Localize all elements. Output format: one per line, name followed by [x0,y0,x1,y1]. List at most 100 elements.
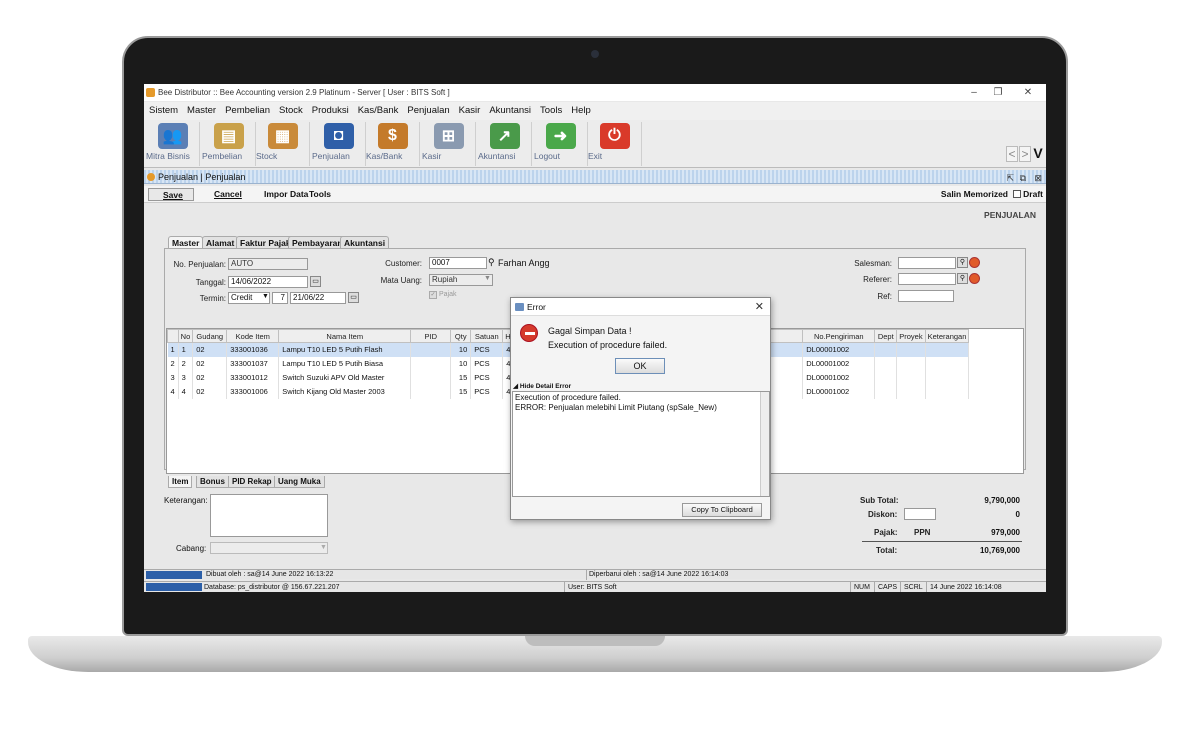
menu-stock[interactable]: Stock [274,102,307,116]
menu-help[interactable]: Help [566,102,595,116]
ref-field[interactable] [898,290,954,302]
cancel-button[interactable]: Cancel [202,188,242,201]
chevron-down-icon: ▼ [262,293,269,300]
toolbar-kasbank[interactable]: $ Kas/Bank [366,122,420,166]
cell-keterangan [925,342,970,357]
prev-button[interactable]: < [1006,146,1018,162]
referer-field[interactable] [898,273,956,285]
toolbar-kasir[interactable]: ⊞ Kasir [422,122,476,166]
cabang-select[interactable] [210,542,328,554]
cell-kode: 333001036 [226,342,280,357]
close-icon[interactable]: ✕ [755,298,764,316]
error-detail-box[interactable]: Execution of procedure failed. ERROR: Pe… [512,391,770,497]
diskon-field[interactable] [904,508,936,520]
save-button[interactable]: Save [148,188,194,201]
col-kode[interactable]: Kode Item [226,329,280,343]
col-qty[interactable]: Qty [450,329,472,343]
scrollbar[interactable] [760,392,769,496]
toolbar-mitra-bisnis[interactable]: 👥 Mitra Bisnis [146,122,200,166]
cell-nama: Lampu T10 LED 5 Putih Biasa [278,356,412,371]
search-icon[interactable]: ⚲ [957,273,968,284]
clear-icon[interactable] [969,273,980,284]
col-gudang[interactable]: Gudang [192,329,228,343]
cell-keterangan [925,384,970,399]
toolbar-stock[interactable]: ▦ Stock [256,122,310,166]
col-dept[interactable]: Dept [874,329,898,343]
col-pengiriman[interactable]: No.Pengiriman [802,329,876,343]
col-keterangan[interactable]: Keterangan [924,329,970,343]
toolbar-label: Exit [588,151,603,161]
copy-to-clipboard-button[interactable]: Copy To Clipboard [682,503,762,517]
float-icon[interactable]: ⧉ [1020,171,1026,185]
customer-code-field[interactable]: 0007 [429,257,487,269]
toolbar-label: Stock [256,151,278,161]
tab-pid-rekap[interactable]: PID Rekap [228,476,276,488]
salesman-field[interactable] [898,257,956,269]
tab-item[interactable]: Item [168,476,193,488]
form-titlebar: Penjualan | Penjualan ⇱ ⧉ ⊠ [144,170,1046,184]
cell-index: 3 [167,370,179,385]
detail-toggle[interactable]: ◢ Hide Detail Error [513,382,571,390]
tools-button[interactable]: Tools [309,188,331,201]
close-form-icon[interactable]: ⊠ [1034,171,1042,185]
salin-memorized-button[interactable]: Salin Memorized [941,188,1008,201]
calendar-icon[interactable]: ▭ [310,276,321,287]
menu-pembelian[interactable]: Pembelian [220,102,274,116]
close-window-button[interactable]: ✕ [1018,84,1038,101]
impor-data-button[interactable]: Impor Data [252,188,308,201]
draft-checkbox[interactable]: Draft [1013,188,1043,201]
search-icon[interactable]: ⚲ [488,257,495,268]
action-bar: Save Cancel Impor Data Tools Salin Memor… [144,186,1046,203]
tab-uang-muka[interactable]: Uang Muka [274,476,325,488]
cell-index: 2 [167,356,179,371]
search-icon[interactable]: ⚲ [957,257,968,268]
toolbar-pembelian[interactable]: ▤ Pembelian [202,122,256,166]
dialog-title: Error [527,302,546,312]
diskon-label: Diskon: [868,510,898,519]
next-button[interactable]: > [1019,146,1031,162]
impor-label: Impor Data [264,189,309,199]
col-proyek[interactable]: Proyek [896,329,926,343]
page-heading: PENJUALAN [984,210,1036,220]
menu-master[interactable]: Master [182,102,220,116]
error-heading: Gagal Simpan Data ! [548,326,632,336]
termin-date-field[interactable]: 21/06/22 [290,292,346,304]
menu-penjualan[interactable]: Penjualan [402,102,453,116]
no-penjualan-field[interactable]: AUTO [228,258,308,270]
pajak-value: 979,000 [991,528,1020,537]
pajak-checkbox[interactable]: ✓ [429,291,437,299]
tab-bonus[interactable]: Bonus [196,476,229,488]
menu-kasir[interactable]: Kasir [454,102,485,116]
menu-sistem[interactable]: Sistem [144,102,182,116]
col-satuan[interactable]: Satuan [470,329,504,343]
minimize-button[interactable]: – [964,84,984,101]
termin-label: Termin: [199,294,226,303]
toolbar-exit[interactable]: ⏻ Exit [588,122,642,166]
termin-days-field[interactable]: 7 [272,292,288,304]
cell-kode: 333001037 [226,356,280,371]
checkbox-box [1013,190,1022,198]
keterangan-textarea[interactable] [210,494,328,537]
save-label: Save [163,190,183,200]
menu-akuntansi[interactable]: Akuntansi [484,102,535,116]
tanggal-field[interactable]: 14/06/2022 [228,276,308,288]
toolbar-label: Penjualan [312,151,350,161]
calendar-icon[interactable]: ▭ [348,292,359,303]
toolbar-logout[interactable]: ➜ Logout [534,122,588,166]
toolbar-akuntansi[interactable]: ↗ Akuntansi [478,122,532,166]
menu-tools[interactable]: Tools [535,102,566,116]
undock-icon[interactable]: ⇱ [1006,171,1014,185]
menu-kasbank[interactable]: Kas/Bank [353,102,403,116]
menu-produksi[interactable]: Produksi [307,102,353,116]
restore-button[interactable]: ❐ [988,84,1008,101]
cell-satuan: PCS [470,370,504,385]
cell-qty: 10 [450,356,472,371]
cell-pengiriman: DL00001002 [802,384,876,399]
cell-satuan: PCS [470,356,504,371]
col-no[interactable]: No [177,329,194,343]
col-pid[interactable]: PID [410,329,452,343]
clear-icon[interactable] [969,257,980,268]
toolbar-penjualan[interactable]: ◘ Penjualan [312,122,366,166]
col-nama[interactable]: Nama Item [278,329,412,343]
ok-button[interactable]: OK [615,358,665,374]
